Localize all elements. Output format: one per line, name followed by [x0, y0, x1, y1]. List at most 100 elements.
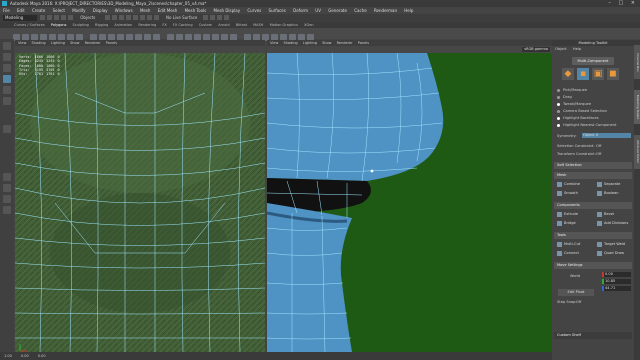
scale-tool-icon[interactable]	[3, 97, 11, 105]
components-section-header[interactable]: Components	[554, 202, 632, 209]
option-highlight-nearest[interactable]: Highlight Nearest Component	[557, 123, 616, 127]
shelf-tab-fx-caching[interactable]: FX Caching	[173, 23, 193, 27]
move-tool-icon[interactable]	[3, 75, 11, 83]
snap-curve-icon[interactable]	[132, 15, 138, 20]
lasso-tool-icon[interactable]	[3, 53, 11, 61]
menu-surfaces[interactable]: Surfaces	[269, 8, 286, 13]
menu-set-dropdown[interactable]: Modeling	[3, 15, 37, 21]
boolean-button[interactable]: Boolean	[594, 190, 632, 197]
soft-selection-header[interactable]: Soft Selection	[554, 162, 632, 169]
four-view-layout-icon[interactable]	[3, 184, 11, 192]
extrude-button[interactable]: Extrude	[554, 211, 592, 218]
right-show-menu[interactable]: Show	[322, 41, 331, 45]
z-value-field[interactable]: 44.71	[602, 286, 631, 291]
multi-component-button[interactable]: Multi-Component	[572, 57, 614, 65]
face-mode-icon[interactable]: ◼	[607, 68, 619, 80]
outliner-layout-icon[interactable]	[3, 206, 11, 214]
target-weld-button[interactable]: Target Weld	[594, 241, 632, 248]
paint-select-icon[interactable]	[3, 64, 11, 72]
select-tool-icon[interactable]	[3, 42, 11, 50]
menu-curves[interactable]: Curves	[247, 8, 261, 13]
select-component-icon[interactable]	[118, 15, 124, 20]
objects-label[interactable]: Objects	[80, 15, 95, 20]
maximize-button[interactable]: □	[618, 0, 626, 6]
separate-button[interactable]: Separate	[594, 181, 632, 188]
quad-draw-button[interactable]: Quad Draw	[594, 250, 632, 257]
menu-renderman[interactable]: Renderman	[374, 8, 397, 13]
side-tab-attribute-editor[interactable]: Attribute Editor	[634, 135, 640, 169]
vertex-mode-icon[interactable]: ▪	[577, 68, 589, 80]
right-panels-menu[interactable]: Panels	[358, 41, 369, 45]
shelf-tab-motion-graphics[interactable]: Motion Graphics	[270, 23, 298, 27]
shelf-tab-rendering[interactable]: Rendering	[138, 23, 156, 27]
minimize-button[interactable]: –	[608, 0, 614, 6]
y-value-field[interactable]: 10.85	[602, 279, 631, 284]
option-pick-marquee[interactable]: Pick/Marquee	[557, 88, 587, 92]
save-scene-icon[interactable]	[54, 15, 59, 20]
menu-cache[interactable]: Cache	[354, 8, 366, 13]
right-shading-menu[interactable]: Shading	[283, 41, 297, 45]
menu-deform[interactable]: Deform	[293, 8, 308, 13]
shelf-tab-curves-surfaces[interactable]: Curves / Surfaces	[14, 23, 45, 27]
menu-display[interactable]: Display	[93, 8, 108, 13]
right-lighting-menu[interactable]: Lighting	[303, 41, 317, 45]
menu-generate[interactable]: Generate	[328, 8, 347, 13]
shelf-tab-sculpting[interactable]: Sculpting	[73, 23, 89, 27]
color-management-label[interactable]: sRGB gamma	[522, 47, 550, 52]
snap-surface-icon[interactable]	[153, 15, 159, 20]
step-snap-dropdown[interactable]: Off	[576, 300, 581, 304]
shelf-tab-rigging[interactable]: Rigging	[95, 23, 108, 27]
option-highlight-backfaces[interactable]: Highlight Backfaces	[557, 116, 599, 120]
shelf-tab-xgen[interactable]: XGen	[304, 23, 313, 27]
option-camera-based-selection[interactable]: Camera Based Selection	[557, 109, 607, 113]
coordinate-space-dropdown[interactable]: World	[570, 274, 580, 278]
close-button[interactable]: ×	[631, 0, 638, 6]
tools-section-header[interactable]: Tools	[554, 232, 632, 239]
menu-create[interactable]: Create	[32, 8, 45, 13]
menu-windows[interactable]: Windows	[115, 8, 133, 13]
shelf-tab-bifrost[interactable]: Bifrost	[236, 23, 247, 27]
menu-modify[interactable]: Modify	[72, 8, 85, 13]
render-settings-icon[interactable]	[216, 15, 222, 20]
last-tool-icon[interactable]	[3, 125, 11, 133]
left-renderer-menu[interactable]: Renderer	[85, 41, 101, 45]
snap-point-icon[interactable]	[139, 15, 145, 20]
render-icon[interactable]	[202, 15, 208, 20]
side-tab-modeling-toolkit[interactable]: Modeling Toolkit	[634, 90, 640, 124]
left-panels-menu[interactable]: Panels	[106, 41, 117, 45]
right-view-menu[interactable]: View	[270, 41, 278, 45]
shelf-tab-polygons[interactable]: Polygons	[51, 23, 67, 27]
menu-edit-mesh[interactable]: Edit Mesh	[158, 8, 178, 13]
option-tweak-marquee[interactable]: Tweak/Marquee	[557, 102, 591, 106]
mesh-section-header[interactable]: Mesh	[554, 172, 632, 179]
menu-mesh-display[interactable]: Mesh Display	[214, 8, 241, 13]
left-viewport-canvas[interactable]: Verts: 1666 1666 0 Edges: 3245 3245 0 Faces: 16…	[15, 53, 265, 352]
move-settings-header[interactable]: Move Settings	[554, 262, 632, 269]
combine-button[interactable]: Combine	[554, 181, 592, 188]
custom-shelf-tab[interactable]: Custom Shelf	[554, 332, 632, 339]
bridge-button[interactable]: Bridge	[554, 220, 592, 227]
x-value-field[interactable]: 0.00	[602, 272, 631, 277]
side-tab-channel-box[interactable]: Channel Box	[634, 45, 640, 79]
new-scene-icon[interactable]	[40, 15, 45, 20]
right-viewport-canvas[interactable]	[267, 53, 552, 352]
left-view-menu[interactable]: View	[18, 41, 26, 45]
shelf-tab-custom[interactable]: Custom	[199, 23, 212, 27]
left-show-menu[interactable]: Show	[70, 41, 79, 45]
window-controls[interactable]: – □ ×	[608, 0, 638, 7]
menu-uv[interactable]: UV	[315, 8, 321, 13]
menu-select[interactable]: Select	[53, 8, 65, 13]
undo-icon[interactable]	[61, 15, 66, 20]
shelf-tab-fx[interactable]: FX	[162, 23, 166, 27]
selection-constraint-value[interactable]: Off	[596, 144, 601, 148]
redo-icon[interactable]	[68, 15, 73, 20]
shelf-tab-mash[interactable]: MASH	[253, 23, 263, 27]
transform-constraint-value[interactable]: Off	[596, 152, 601, 156]
bevel-button[interactable]: Bevel	[594, 211, 632, 218]
two-view-layout-icon[interactable]	[3, 195, 11, 203]
toolkit-menu-help[interactable]: Help	[573, 47, 581, 51]
symmetry-dropdown[interactable]: Object X	[582, 133, 631, 138]
menu-mesh-tools[interactable]: Mesh Tools	[185, 8, 207, 13]
snap-grid-icon[interactable]	[125, 15, 131, 20]
left-shading-menu[interactable]: Shading	[31, 41, 45, 45]
